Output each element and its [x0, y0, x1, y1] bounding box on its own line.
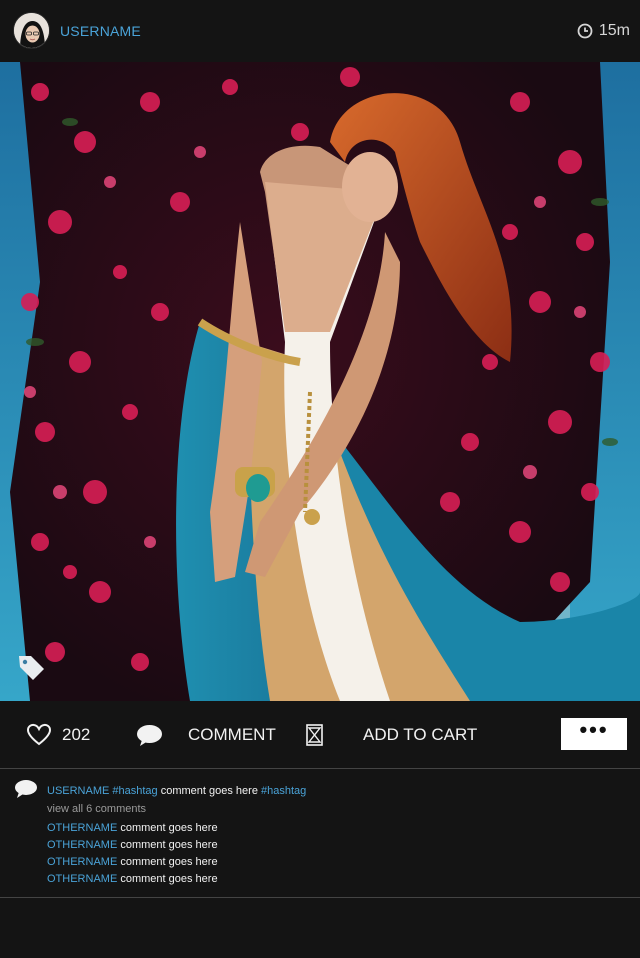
add-to-cart-button[interactable]: ADD TO CART — [306, 701, 477, 769]
footer-area — [0, 899, 640, 958]
post-header: USERNAME 15m — [0, 0, 640, 62]
caption-hashtag[interactable]: #hashtag — [112, 785, 157, 797]
comment-text: comment goes here — [120, 873, 218, 885]
time-label: 15m — [598, 22, 630, 39]
comments-section: USERNAME #hashtag comment goes here #has… — [0, 770, 640, 898]
post-username[interactable]: USERNAME — [60, 23, 141, 39]
comment-text: comment goes here — [120, 839, 218, 851]
comment-item: OTHERNAME comment goes here — [47, 820, 306, 837]
add-to-cart-label: ADD TO CART — [363, 725, 478, 744]
caption-line: USERNAME #hashtag comment goes here #has… — [47, 783, 306, 800]
comment-button[interactable]: COMMENT — [136, 701, 276, 769]
comment-bubble-icon — [137, 724, 162, 746]
comment-item: OTHERNAME comment goes here — [47, 837, 306, 854]
avatar[interactable] — [13, 12, 50, 49]
view-all-comments-link[interactable]: view all 6 comments — [47, 801, 306, 818]
comment-text: comment goes here — [120, 822, 218, 834]
like-button[interactable]: 202 — [26, 701, 90, 769]
more-options-button[interactable]: ••• — [561, 718, 627, 750]
heart-icon — [26, 723, 52, 746]
comment-username[interactable]: OTHERNAME — [47, 822, 117, 834]
comment-bubble-icon — [15, 780, 37, 798]
comment-label: COMMENT — [188, 725, 276, 744]
clock-icon — [577, 23, 593, 39]
like-count: 202 — [62, 725, 91, 744]
caption-text: comment goes here — [160, 785, 258, 797]
comment-item: OTHERNAME comment goes here — [47, 854, 306, 871]
action-bar: 202 COMMENT ADD TO CART ••• — [0, 701, 640, 769]
tag-icon[interactable] — [16, 652, 46, 682]
post-photo[interactable] — [0, 62, 640, 701]
comment-username[interactable]: OTHERNAME — [47, 839, 117, 851]
caption-hashtag[interactable]: #hashtag — [261, 785, 306, 797]
post-time: 15m — [577, 22, 630, 40]
cart-hourglass-icon — [306, 724, 323, 746]
comment-username[interactable]: OTHERNAME — [47, 873, 117, 885]
caption-username[interactable]: USERNAME — [47, 785, 109, 797]
more-dots-icon: ••• — [579, 717, 609, 742]
comment-username[interactable]: OTHERNAME — [47, 856, 117, 868]
comment-item: OTHERNAME comment goes here — [47, 871, 306, 888]
comment-list: USERNAME #hashtag comment goes here #has… — [47, 783, 306, 888]
comment-text: comment goes here — [120, 856, 218, 868]
